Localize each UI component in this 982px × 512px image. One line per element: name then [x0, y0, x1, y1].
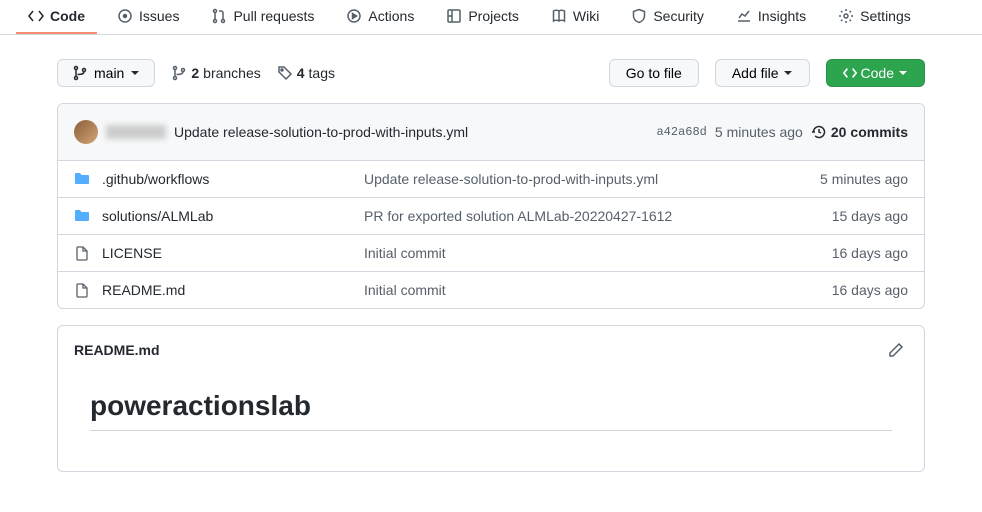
- readme-body: poweractionslab: [58, 374, 924, 471]
- repo-tabs: Code Issues Pull requests Actions Projec…: [0, 0, 982, 35]
- commit-message-link[interactable]: Update release-solution-to-prod-with-inp…: [174, 124, 468, 140]
- tab-label: Issues: [139, 8, 179, 24]
- author-redacted: [106, 125, 166, 139]
- readme-filename[interactable]: README.md: [74, 342, 160, 358]
- readme-header: README.md: [58, 326, 924, 374]
- code-icon: [28, 8, 44, 24]
- repo-content: main 2 branches 4 tags Go to file Add fi…: [41, 35, 941, 512]
- file-commit-msg[interactable]: PR for exported solution ALMLab-20220427…: [364, 208, 820, 224]
- table-row: README.md Initial commit 16 days ago: [58, 272, 924, 308]
- tab-pulls[interactable]: Pull requests: [199, 0, 326, 34]
- commit-sha-link[interactable]: a42a68d: [656, 125, 706, 139]
- file-time: 15 days ago: [832, 208, 908, 224]
- file-name-link[interactable]: LICENSE: [102, 245, 352, 261]
- avatar[interactable]: [74, 120, 98, 144]
- branch-select-button[interactable]: main: [57, 59, 155, 87]
- file-commit-msg[interactable]: Initial commit: [364, 282, 820, 298]
- add-file-button[interactable]: Add file: [715, 59, 810, 87]
- projects-icon: [446, 8, 462, 24]
- readme-heading: poweractionslab: [90, 390, 892, 431]
- tab-label: Security: [653, 8, 704, 24]
- tab-label: Settings: [860, 8, 911, 24]
- file-navigation: main 2 branches 4 tags Go to file Add fi…: [57, 59, 925, 87]
- chevron-down-icon: [783, 68, 793, 78]
- pencil-icon: [888, 342, 904, 358]
- book-icon: [551, 8, 567, 24]
- commit-time[interactable]: 5 minutes ago: [715, 124, 803, 140]
- tab-projects[interactable]: Projects: [434, 0, 531, 34]
- graph-icon: [736, 8, 752, 24]
- play-icon: [346, 8, 362, 24]
- edit-readme-button[interactable]: [884, 338, 908, 362]
- file-icon: [74, 245, 90, 261]
- history-icon: [811, 124, 827, 140]
- tab-insights[interactable]: Insights: [724, 0, 818, 34]
- folder-icon: [74, 171, 90, 187]
- commits-count: 20: [831, 124, 847, 140]
- file-commit-msg[interactable]: Initial commit: [364, 245, 820, 261]
- readme-box: README.md poweractionslab: [57, 325, 925, 472]
- file-name-link[interactable]: .github/workflows: [102, 171, 352, 187]
- file-time: 5 minutes ago: [820, 171, 908, 187]
- code-download-button[interactable]: Code: [826, 59, 925, 87]
- branches-count: 2: [191, 65, 199, 81]
- branch-icon: [171, 65, 187, 81]
- chevron-down-icon: [130, 68, 140, 78]
- file-icon: [74, 282, 90, 298]
- tab-issues[interactable]: Issues: [105, 0, 191, 34]
- tab-label: Pull requests: [233, 8, 314, 24]
- tab-security[interactable]: Security: [619, 0, 716, 34]
- tags-count: 4: [297, 65, 305, 81]
- issues-icon: [117, 8, 133, 24]
- tab-code[interactable]: Code: [16, 0, 97, 34]
- tab-label: Code: [50, 8, 85, 24]
- code-icon: [843, 66, 857, 80]
- table-row: .github/workflows Update release-solutio…: [58, 161, 924, 198]
- tab-label: Actions: [368, 8, 414, 24]
- tags-link[interactable]: 4 tags: [277, 65, 335, 81]
- go-to-file-button[interactable]: Go to file: [609, 59, 699, 87]
- tab-wiki[interactable]: Wiki: [539, 0, 611, 34]
- gear-icon: [838, 8, 854, 24]
- branch-name: main: [94, 65, 124, 81]
- branches-link[interactable]: 2 branches: [171, 65, 260, 81]
- tab-actions[interactable]: Actions: [334, 0, 426, 34]
- tab-label: Wiki: [573, 8, 599, 24]
- table-row: solutions/ALMLab PR for exported solutio…: [58, 198, 924, 235]
- chevron-down-icon: [898, 68, 908, 78]
- tags-label: tags: [309, 65, 335, 81]
- files-box: Update release-solution-to-prod-with-inp…: [57, 103, 925, 309]
- tag-icon: [277, 65, 293, 81]
- tab-label: Insights: [758, 8, 806, 24]
- file-commit-msg[interactable]: Update release-solution-to-prod-with-inp…: [364, 171, 808, 187]
- tab-settings[interactable]: Settings: [826, 0, 923, 34]
- folder-icon: [74, 208, 90, 224]
- file-time: 16 days ago: [832, 282, 908, 298]
- branches-label: branches: [203, 65, 261, 81]
- tab-label: Projects: [468, 8, 519, 24]
- table-row: LICENSE Initial commit 16 days ago: [58, 235, 924, 272]
- file-name-link[interactable]: solutions/ALMLab: [102, 208, 352, 224]
- pull-request-icon: [211, 8, 227, 24]
- commits-label: commits: [850, 124, 908, 140]
- shield-icon: [631, 8, 647, 24]
- file-time: 16 days ago: [832, 245, 908, 261]
- commits-history-link[interactable]: 20 commits: [811, 124, 908, 140]
- file-name-link[interactable]: README.md: [102, 282, 352, 298]
- branch-icon: [72, 65, 88, 81]
- latest-commit-bar: Update release-solution-to-prod-with-inp…: [58, 104, 924, 161]
